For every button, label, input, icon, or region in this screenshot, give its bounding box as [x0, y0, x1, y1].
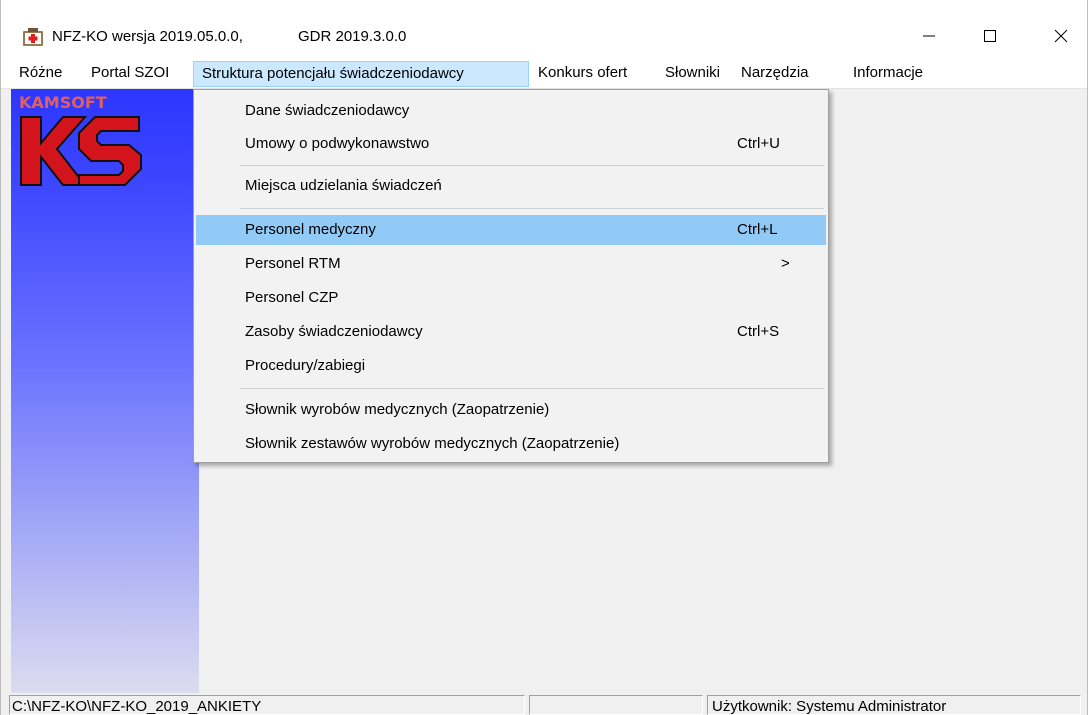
ks-logo-icon — [20, 116, 142, 186]
chevron-right-icon: > — [781, 255, 790, 272]
window-title: NFZ-KO wersja 2019.05.0.0, — [52, 28, 243, 45]
status-path: C:\NFZ-KO\NFZ-KO_2019_ANKIETY — [9, 695, 525, 715]
menu-item-label: Personel CZP — [245, 289, 339, 306]
title-bar[interactable]: NFZ-KO wersja 2019.05.0.0, GDR 2019.3.0.… — [1, 0, 1087, 58]
menu-item-slownik-zestawow[interactable]: Słownik zestawów wyrobów medycznych (Zao… — [196, 429, 826, 459]
status-middle — [529, 695, 703, 715]
menu-item-miejsca-udzielania[interactable]: Miejsca udzielania świadczeń — [196, 171, 826, 201]
menu-item-label: Dane świadczeniodawcy — [245, 102, 410, 119]
menu-item-label: Słownik zestawów wyrobów medycznych (Zao… — [245, 435, 620, 452]
menu-item-shortcut: Ctrl+L — [737, 221, 778, 238]
menu-item-procedury-zabiegi[interactable]: Procedury/zabiegi — [196, 351, 826, 381]
window-title-gdr: GDR 2019.3.0.0 — [298, 28, 407, 45]
menu-item-label: Procedury/zabiegi — [245, 357, 366, 374]
app-icon — [23, 28, 43, 46]
menu-separator — [240, 208, 824, 209]
menu-item-label: Słownik wyrobów medycznych (Zaopatrzenie… — [245, 401, 550, 418]
dropdown-menu-struktura: Dane świadczeniodawcy Umowy o podwykonaw… — [193, 89, 829, 463]
menu-portal-szoi[interactable]: Portal SZOI — [91, 61, 169, 85]
menu-informacje[interactable]: Informacje — [853, 61, 923, 85]
app-window: NFZ-KO wersja 2019.05.0.0, GDR 2019.3.0.… — [0, 0, 1088, 715]
menu-bar: Różne Portal SZOI Struktura potencjału ś… — [1, 58, 1087, 89]
menu-konkurs-ofert[interactable]: Konkurs ofert — [538, 61, 627, 85]
menu-slowniki[interactable]: Słowniki — [665, 61, 720, 85]
menu-item-label: Personel medyczny — [245, 221, 376, 238]
menu-narzedzia[interactable]: Narzędzia — [741, 61, 809, 85]
menu-rozne[interactable]: Różne — [19, 61, 62, 85]
menu-item-dane-swiadczeniodawcy[interactable]: Dane świadczeniodawcy — [196, 96, 826, 126]
close-icon[interactable] — [1038, 22, 1084, 50]
menu-item-umowy-o-podwykonawstwo[interactable]: Umowy o podwykonawstwo Ctrl+U — [196, 129, 826, 159]
menu-item-personel-medyczny[interactable]: Personel medyczny Ctrl+L — [196, 215, 826, 245]
status-bar: C:\NFZ-KO\NFZ-KO_2019_ANKIETY Użytkownik… — [1, 693, 1087, 715]
minimize-icon[interactable] — [906, 22, 952, 50]
kamsoft-logo-text: KAMSOFT — [19, 93, 107, 112]
menu-item-label: Personel RTM — [245, 255, 341, 272]
menu-separator — [240, 165, 824, 166]
menu-item-label: Zasoby świadczeniodawcy — [245, 323, 423, 340]
menu-item-label: Umowy o podwykonawstwo — [245, 135, 430, 152]
menu-item-shortcut: Ctrl+U — [737, 135, 780, 152]
menu-struktura-potencjalu[interactable]: Struktura potencjału świadczeniodawcy — [193, 61, 529, 87]
status-user: Użytkownik: Systemu Administrator — [707, 695, 1081, 715]
menu-item-shortcut: Ctrl+S — [737, 323, 780, 340]
menu-item-personel-rtm[interactable]: Personel RTM > — [196, 249, 826, 279]
side-banner: KAMSOFT — [11, 89, 199, 693]
menu-item-slownik-wyrobow[interactable]: Słownik wyrobów medycznych (Zaopatrzenie… — [196, 395, 826, 425]
menu-item-label: Miejsca udzielania świadczeń — [245, 177, 442, 194]
menu-separator — [240, 388, 824, 389]
menu-item-zasoby-swiadczeniodawcy[interactable]: Zasoby świadczeniodawcy Ctrl+S — [196, 317, 826, 347]
maximize-icon[interactable] — [967, 22, 1013, 50]
menu-item-personel-czp[interactable]: Personel CZP — [196, 283, 826, 313]
